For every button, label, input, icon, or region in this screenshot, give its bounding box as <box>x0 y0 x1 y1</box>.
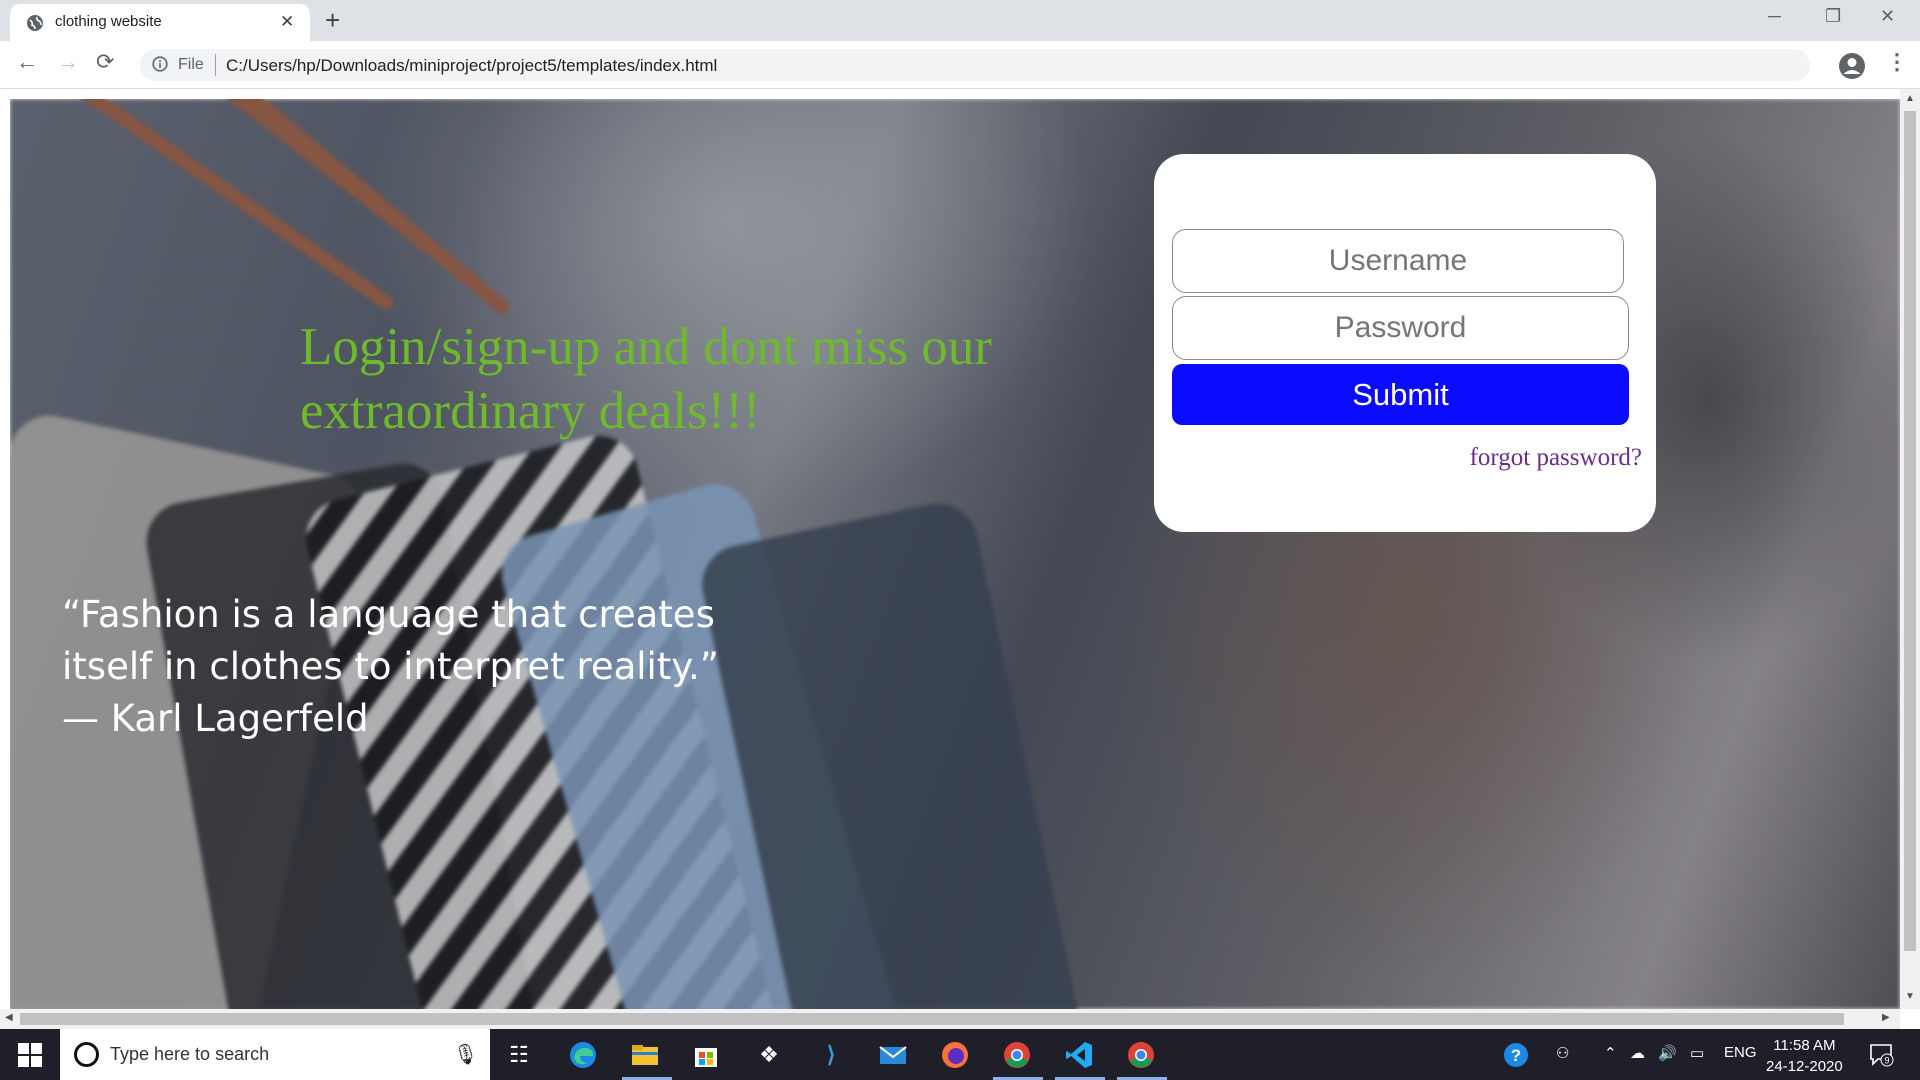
login-card: Submit forgot password? <box>1154 154 1656 532</box>
language-indicator[interactable]: ENG <box>1724 1044 1757 1061</box>
dropbox-icon[interactable]: ❖ <box>753 1039 785 1071</box>
new-tab-button[interactable]: + <box>325 5 340 36</box>
reload-icon[interactable]: ⟳ <box>96 49 114 75</box>
password-input[interactable] <box>1172 296 1629 360</box>
tab-clothing-website[interactable]: clothing website ✕ <box>10 4 310 41</box>
microphone-icon[interactable]: 🎙 <box>453 1042 478 1067</box>
tab-title: clothing website <box>55 13 162 30</box>
people-icon[interactable]: ⚇ <box>1556 1044 1569 1062</box>
scheme-label: File <box>178 56 204 73</box>
minimize-icon[interactable]: ─ <box>1768 6 1781 27</box>
quote-line-1: “Fashion is a language that creates <box>62 593 715 636</box>
address-bar[interactable]: File C:/Users/hp/Downloads/miniproject/p… <box>140 49 1810 81</box>
username-input[interactable] <box>1172 229 1624 293</box>
clock-date: 24-12-2020 <box>1766 1058 1843 1075</box>
svg-text:?: ? <box>1511 1046 1521 1065</box>
scroll-right-arrow-icon[interactable]: ▶ <box>1882 1012 1890 1023</box>
visual-studio-icon[interactable]: ⟩ <box>815 1039 847 1071</box>
notification-count: 9 <box>1884 1056 1889 1066</box>
task-view-icon[interactable]: ☷ <box>503 1039 535 1071</box>
help-icon[interactable]: ? <box>1500 1039 1532 1071</box>
restore-icon[interactable]: ❐ <box>1825 6 1841 27</box>
scroll-down-arrow-icon[interactable]: ▼ <box>1905 991 1915 1002</box>
scroll-up-arrow-icon[interactable]: ▲ <box>1905 93 1915 104</box>
info-icon[interactable] <box>152 56 168 72</box>
file-explorer-icon[interactable] <box>629 1039 661 1071</box>
profile-avatar-icon[interactable] <box>1838 52 1866 80</box>
horizontal-scroll-thumb[interactable] <box>20 1013 1844 1025</box>
horizontal-scrollbar[interactable]: ◀ ▶ <box>0 1009 1900 1029</box>
clock-time: 11:58 AM <box>1773 1037 1836 1054</box>
action-center-icon[interactable]: 9 <box>1868 1041 1894 1067</box>
windows-taskbar: Type here to search 🎙 ☷ ❖ ⟩ ? ⚇ ⌃ ☁ 🔊 ▭ … <box>0 1029 1920 1080</box>
volume-icon[interactable]: 🔊 <box>1658 1044 1677 1062</box>
tab-strip: clothing website ✕ + ─ ❐ ✕ <box>0 0 1920 41</box>
firefox-icon[interactable] <box>939 1039 971 1071</box>
quote-line-2: itself in clothes to interpret reality.” <box>62 645 719 688</box>
forgot-password-link[interactable]: forgot password? <box>1470 444 1642 472</box>
close-tab-icon[interactable]: ✕ <box>280 12 294 32</box>
quote-author: — Karl Lagerfeld <box>62 697 369 740</box>
taskbar-search-placeholder: Type here to search <box>110 1044 270 1064</box>
vscode-icon[interactable] <box>1063 1039 1095 1071</box>
edge-browser-icon[interactable] <box>567 1039 599 1071</box>
cortana-icon[interactable] <box>74 1042 99 1067</box>
vertical-scroll-thumb[interactable] <box>1904 111 1916 951</box>
close-window-icon[interactable]: ✕ <box>1880 6 1895 27</box>
page-viewport: Login/sign-up and dont miss our extraord… <box>10 99 1900 1009</box>
promo-headline: Login/sign-up and dont miss our extraord… <box>300 318 992 440</box>
chrome-icon[interactable] <box>1001 1039 1033 1071</box>
browser-toolbar: ← → ⟳ File C:/Users/hp/Downloads/minipro… <box>0 41 1920 89</box>
microsoft-store-icon[interactable] <box>690 1039 722 1071</box>
forward-icon[interactable]: → <box>57 49 79 75</box>
url-divider <box>215 54 216 76</box>
fashion-quote: “Fashion is a language that creates itse… <box>62 589 762 745</box>
onedrive-cloud-icon[interactable]: ☁ <box>1630 1044 1645 1062</box>
submit-button[interactable]: Submit <box>1172 364 1629 425</box>
show-hidden-icons-icon[interactable]: ⌃ <box>1604 1044 1617 1062</box>
taskbar-clock[interactable]: 11:58 AM 24-12-2020 <box>1766 1035 1843 1077</box>
scroll-left-arrow-icon[interactable]: ◀ <box>5 1012 13 1023</box>
mail-icon[interactable] <box>877 1039 909 1071</box>
windows-start-icon[interactable] <box>18 1043 42 1067</box>
url-text[interactable]: C:/Users/hp/Downloads/miniproject/projec… <box>226 56 717 76</box>
browser-menu-icon[interactable]: ⋮ <box>1886 49 1908 75</box>
back-icon[interactable]: ← <box>16 49 38 75</box>
battery-icon[interactable]: ▭ <box>1690 1044 1704 1062</box>
taskbar-search-box[interactable]: Type here to search 🎙 <box>60 1029 490 1080</box>
globe-icon <box>27 15 43 31</box>
vertical-scrollbar[interactable]: ▲ ▼ <box>1900 89 1920 1009</box>
browser-window: clothing website ✕ + ─ ❐ ✕ ← → ⟳ File C:… <box>0 0 1920 1080</box>
chrome-icon[interactable] <box>1125 1039 1157 1071</box>
